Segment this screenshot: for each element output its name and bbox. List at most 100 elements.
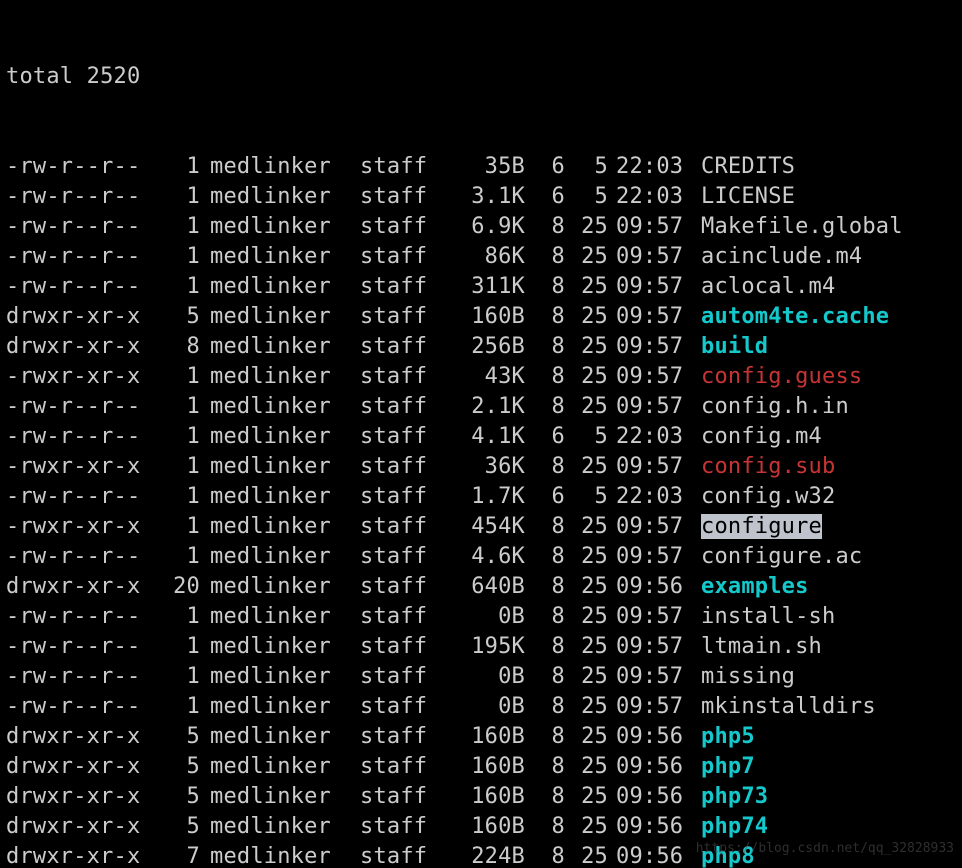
file-links: 1 bbox=[156, 542, 210, 572]
file-name[interactable]: missing bbox=[701, 664, 795, 689]
file-name[interactable]: config.guess bbox=[701, 364, 862, 389]
file-size: 160B bbox=[455, 752, 535, 782]
file-name[interactable]: aclocal.m4 bbox=[701, 274, 835, 299]
file-group: staff bbox=[360, 782, 455, 812]
file-size: 1.7K bbox=[455, 482, 535, 512]
file-permissions: -rw-r--r-- bbox=[6, 242, 156, 272]
file-links: 5 bbox=[156, 812, 210, 842]
file-group: staff bbox=[360, 482, 455, 512]
listing-row: -rw-r--r--1medlinkerstaff35B6522:03CREDI… bbox=[6, 152, 956, 182]
file-group: staff bbox=[360, 752, 455, 782]
file-group: staff bbox=[360, 422, 455, 452]
file-month: 8 bbox=[535, 632, 571, 662]
file-permissions: -rw-r--r-- bbox=[6, 542, 156, 572]
file-month: 8 bbox=[535, 782, 571, 812]
file-permissions: -rw-r--r-- bbox=[6, 152, 156, 182]
file-name[interactable]: acinclude.m4 bbox=[701, 244, 862, 269]
file-day: 25 bbox=[571, 242, 616, 272]
file-group: staff bbox=[360, 302, 455, 332]
file-name[interactable]: install-sh bbox=[701, 604, 835, 629]
file-name[interactable]: php73 bbox=[701, 784, 768, 809]
file-name[interactable]: config.sub bbox=[701, 454, 835, 479]
file-name[interactable]: CREDITS bbox=[701, 154, 795, 179]
file-group: staff bbox=[360, 692, 455, 722]
file-owner: medlinker bbox=[210, 452, 360, 482]
listing-row: drwxr-xr-x5medlinkerstaff160B82509:56php… bbox=[6, 752, 956, 782]
file-name-cell: config.h.in bbox=[701, 392, 956, 422]
file-month: 6 bbox=[535, 422, 571, 452]
listing-row: -rw-r--r--1medlinkerstaff1.7K6522:03conf… bbox=[6, 482, 956, 512]
file-month: 8 bbox=[535, 602, 571, 632]
listing-row: drwxr-xr-x5medlinkerstaff160B82509:56php… bbox=[6, 782, 956, 812]
file-day: 25 bbox=[571, 692, 616, 722]
file-name[interactable]: ltmain.sh bbox=[701, 634, 822, 659]
file-name-cell: php5 bbox=[701, 722, 956, 752]
file-permissions: -rw-r--r-- bbox=[6, 272, 156, 302]
file-links: 1 bbox=[156, 692, 210, 722]
file-name[interactable]: config.w32 bbox=[701, 484, 835, 509]
file-name[interactable]: LICENSE bbox=[701, 184, 795, 209]
file-size: 311K bbox=[455, 272, 535, 302]
file-time: 09:57 bbox=[616, 662, 701, 692]
file-group: staff bbox=[360, 812, 455, 842]
file-month: 8 bbox=[535, 212, 571, 242]
file-size: 36K bbox=[455, 452, 535, 482]
file-group: staff bbox=[360, 632, 455, 662]
file-name-cell: LICENSE bbox=[701, 182, 956, 212]
total-line: total 2520 bbox=[6, 62, 956, 92]
file-links: 1 bbox=[156, 272, 210, 302]
file-name-cell: php7 bbox=[701, 752, 956, 782]
file-size: 160B bbox=[455, 302, 535, 332]
file-owner: medlinker bbox=[210, 392, 360, 422]
file-month: 8 bbox=[535, 662, 571, 692]
file-group: staff bbox=[360, 212, 455, 242]
file-name[interactable]: config.m4 bbox=[701, 424, 822, 449]
file-size: 4.1K bbox=[455, 422, 535, 452]
listing-row: -rw-r--r--1medlinkerstaff86K82509:57acin… bbox=[6, 242, 956, 272]
file-owner: medlinker bbox=[210, 362, 360, 392]
file-links: 5 bbox=[156, 302, 210, 332]
file-name-cell: php73 bbox=[701, 782, 956, 812]
file-name-cell: CREDITS bbox=[701, 152, 956, 182]
listing-row: -rw-r--r--1medlinkerstaff0B82509:57insta… bbox=[6, 602, 956, 632]
file-group: staff bbox=[360, 572, 455, 602]
file-name[interactable]: php5 bbox=[701, 724, 755, 749]
file-month: 8 bbox=[535, 572, 571, 602]
file-size: 640B bbox=[455, 572, 535, 602]
file-time: 09:57 bbox=[616, 512, 701, 542]
file-links: 1 bbox=[156, 482, 210, 512]
file-name[interactable]: Makefile.global bbox=[701, 214, 903, 239]
listing-row: -rwxr-xr-x1medlinkerstaff36K82509:57conf… bbox=[6, 452, 956, 482]
file-name[interactable]: configure.ac bbox=[701, 544, 862, 569]
file-name[interactable]: autom4te.cache bbox=[701, 304, 889, 329]
file-group: staff bbox=[360, 362, 455, 392]
file-time: 09:56 bbox=[616, 842, 701, 868]
file-size: 0B bbox=[455, 662, 535, 692]
file-time: 09:57 bbox=[616, 602, 701, 632]
file-name-cell: config.guess bbox=[701, 362, 956, 392]
file-month: 8 bbox=[535, 692, 571, 722]
file-size: 0B bbox=[455, 692, 535, 722]
file-name[interactable]: build bbox=[701, 334, 768, 359]
file-day: 25 bbox=[571, 512, 616, 542]
file-day: 25 bbox=[571, 302, 616, 332]
file-name[interactable]: config.h.in bbox=[701, 394, 849, 419]
terminal-output[interactable]: total 2520 -rw-r--r--1medlinkerstaff35B6… bbox=[0, 0, 962, 868]
file-owner: medlinker bbox=[210, 602, 360, 632]
file-permissions: -rw-r--r-- bbox=[6, 212, 156, 242]
file-day: 25 bbox=[571, 542, 616, 572]
file-time: 09:57 bbox=[616, 272, 701, 302]
file-size: 160B bbox=[455, 782, 535, 812]
file-links: 1 bbox=[156, 182, 210, 212]
file-name[interactable]: php7 bbox=[701, 754, 755, 779]
listing-row: drwxr-xr-x5medlinkerstaff160B82509:56php… bbox=[6, 722, 956, 752]
file-day: 25 bbox=[571, 662, 616, 692]
file-size: 35B bbox=[455, 152, 535, 182]
file-name[interactable]: mkinstalldirs bbox=[701, 694, 876, 719]
file-name[interactable]: configure bbox=[701, 514, 822, 539]
file-size: 3.1K bbox=[455, 182, 535, 212]
file-owner: medlinker bbox=[210, 332, 360, 362]
file-month: 6 bbox=[535, 152, 571, 182]
file-name[interactable]: examples bbox=[701, 574, 809, 599]
file-links: 1 bbox=[156, 152, 210, 182]
